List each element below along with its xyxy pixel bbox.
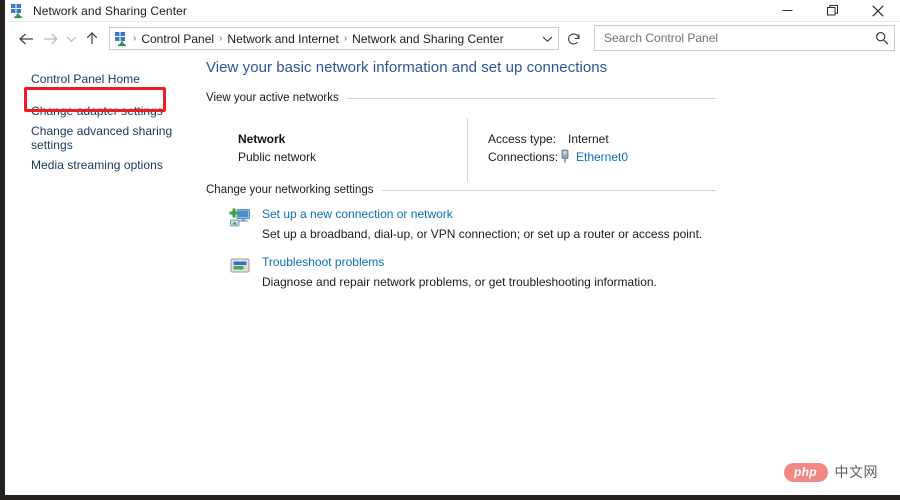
troubleshoot-problems-link[interactable]: Troubleshoot problems — [262, 255, 657, 270]
task-item-troubleshoot-problems[interactable]: Troubleshoot problems Diagnose and repai… — [206, 254, 900, 290]
address-dropdown-chevron-down-icon[interactable] — [536, 28, 558, 49]
active-network-divider — [467, 118, 468, 182]
page-title: View your basic network information and … — [206, 59, 608, 76]
section-header-networking-settings: Change your networking settings — [206, 184, 716, 196]
section-rule — [346, 97, 716, 99]
connections-label: Connections: — [488, 150, 559, 164]
title-bar: Network and Sharing Center — [5, 0, 900, 21]
main-pane: View your basic network information and … — [196, 55, 900, 495]
active-network-name: Network — [238, 132, 286, 146]
search-input[interactable] — [602, 30, 870, 46]
connections-value: Ethernet0 — [558, 149, 628, 164]
troubleshoot-icon — [228, 254, 252, 278]
active-network-type: Public network — [238, 150, 317, 164]
sidebar-item-change-adapter-settings[interactable]: Change adapter settings — [10, 101, 181, 121]
active-network-panel: Network Public network Access type: Inte… — [206, 118, 716, 184]
task-text: Set up a new connection or network Set u… — [262, 206, 702, 242]
setup-new-connection-link[interactable]: Set up a new connection or network — [262, 207, 702, 222]
breadcrumb-item-control-panel[interactable]: Control Panel — [139, 32, 216, 46]
breadcrumb-separator-0: › — [133, 33, 137, 44]
watermark-text: 中文网 — [834, 465, 878, 481]
access-type-value: Internet — [568, 132, 609, 146]
restore-button[interactable] — [810, 0, 855, 21]
access-type-label: Access type: — [488, 132, 557, 146]
minimize-button[interactable] — [765, 0, 810, 21]
new-connection-icon — [228, 206, 252, 230]
sidebar-item-media-streaming-options[interactable]: Media streaming options — [10, 155, 181, 175]
ethernet0-link[interactable]: Ethernet0 — [576, 150, 628, 164]
content-area: Control Panel Home Change adapter settin… — [10, 55, 900, 495]
network-sharing-icon — [10, 3, 26, 19]
breadcrumb-separator-1: › — [219, 33, 223, 44]
setup-new-connection-description: Set up a broadband, dial-up, or VPN conn… — [262, 227, 703, 241]
address-bar[interactable]: › Control Panel › Network and Internet ›… — [109, 27, 559, 50]
forward-icon[interactable] — [38, 27, 62, 51]
task-item-setup-new-connection[interactable]: Set up a new connection or network Set u… — [206, 206, 900, 242]
section-header-active-networks: View your active networks — [206, 92, 716, 104]
network-sharing-center-window: Network and Sharing Center › Control Pan… — [0, 0, 900, 500]
section-rule — [381, 189, 716, 191]
section-label: View your active networks — [206, 92, 339, 104]
breadcrumb-network-sharing-icon — [114, 31, 130, 47]
title-bar-divider — [10, 21, 900, 22]
window-title: Network and Sharing Center — [33, 3, 188, 18]
ethernet-plug-icon — [558, 149, 572, 164]
watermark: php 中文网 — [783, 462, 879, 482]
sidebar-item-change-advanced-sharing-settings[interactable]: Change advanced sharing settings — [10, 121, 181, 155]
close-button[interactable] — [855, 0, 900, 21]
search-icon[interactable] — [870, 26, 894, 50]
breadcrumb-item-network-and-sharing-center[interactable]: Network and Sharing Center — [350, 32, 505, 46]
troubleshoot-problems-description: Diagnose and repair network problems, or… — [262, 275, 657, 289]
task-list: Set up a new connection or network Set u… — [206, 206, 900, 290]
breadcrumb-separator-2: › — [343, 33, 348, 44]
window-controls — [765, 0, 900, 21]
watermark-badge: php — [783, 462, 828, 482]
search-box[interactable] — [594, 25, 895, 51]
task-text: Troubleshoot problems Diagnose and repai… — [262, 254, 657, 290]
sidebar-item-control-panel-home[interactable]: Control Panel Home — [10, 69, 181, 89]
sidebar: Control Panel Home Change adapter settin… — [10, 55, 196, 175]
back-icon[interactable] — [14, 27, 38, 51]
up-icon[interactable] — [80, 27, 104, 51]
recent-locations-chevron-down-icon[interactable] — [62, 27, 80, 51]
section-label: Change your networking settings — [206, 184, 374, 196]
breadcrumb-item-network-and-internet[interactable]: Network and Internet — [225, 32, 340, 46]
refresh-icon[interactable] — [560, 26, 588, 51]
